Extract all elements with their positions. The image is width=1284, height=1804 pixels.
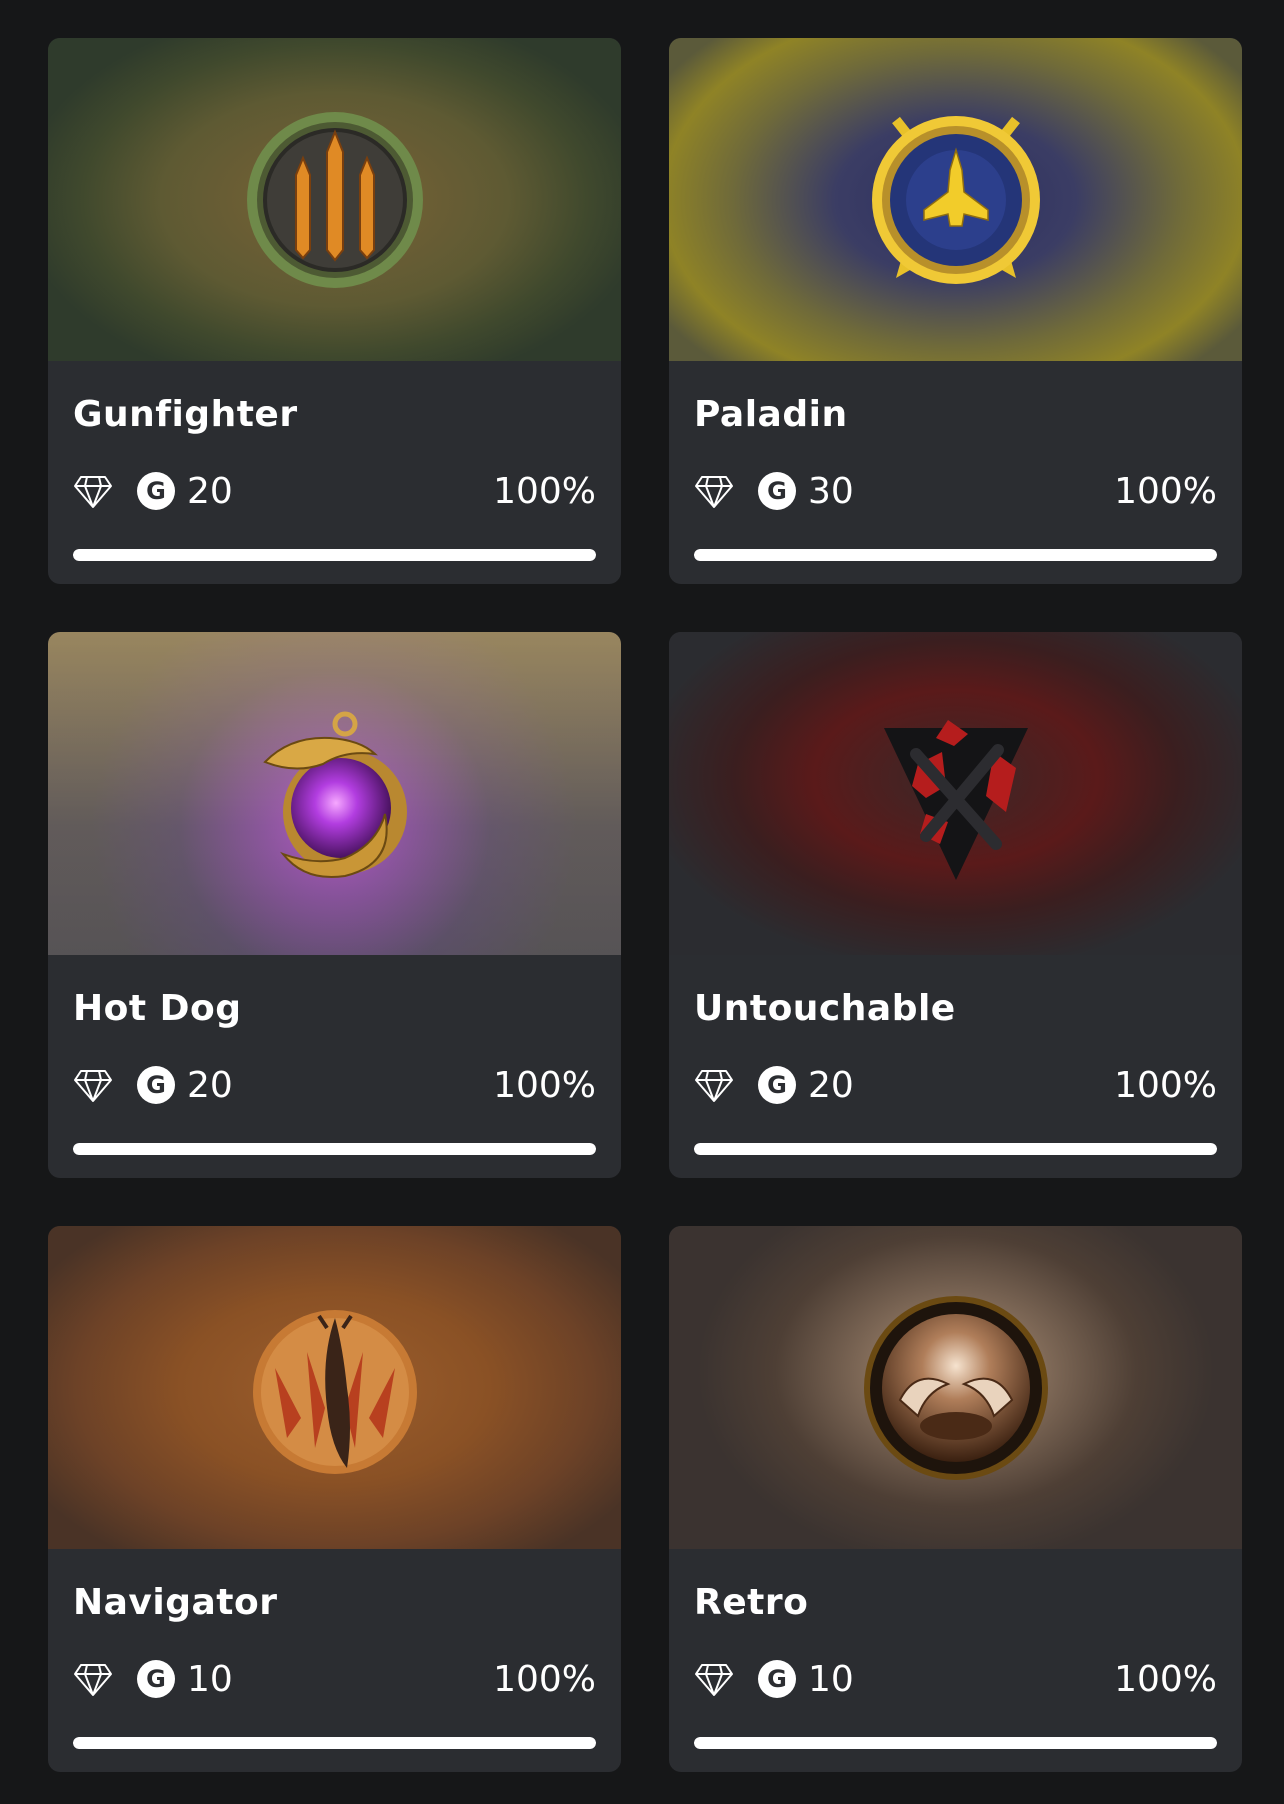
achievement-card[interactable]: Paladin G 30 100% [669,38,1242,584]
progress-percent: 100% [493,470,596,512]
card-info: Navigator G 10 100% [48,1549,621,1772]
card-info: Retro G 10 100% [669,1549,1242,1772]
progress-fill [73,1737,596,1749]
achievement-meta: G 20 100% [73,469,596,513]
progress-bar [73,549,596,561]
achievement-card[interactable]: Navigator G 10 100% [48,1226,621,1772]
achievement-title: Gunfighter [73,394,298,435]
gamerscore-icon: G [758,1660,796,1698]
progress-bar [694,1737,1217,1749]
achievement-card[interactable]: Retro G 10 100% [669,1226,1242,1772]
progress-fill [694,1143,1217,1155]
achievement-title: Untouchable [694,988,956,1029]
bronze-medallion-icon [863,1295,1048,1480]
gamerscore-icon: G [137,472,175,510]
gamerscore-value: 10 [808,1658,854,1700]
achievement-title: Navigator [73,1582,278,1623]
progress-fill [73,549,596,561]
progress-percent: 100% [493,1658,596,1700]
gamerscore-value: 10 [187,1658,233,1700]
achievement-meta: G 20 100% [694,1063,1217,1107]
gamerscore-value: 30 [808,470,854,512]
achievement-meta: G 10 100% [73,1657,596,1701]
diamond-icon [695,476,733,508]
achievement-art [48,38,621,361]
achievement-meta: G 20 100% [73,1063,596,1107]
gamerscore-value: 20 [808,1064,854,1106]
progress-percent: 100% [1114,1658,1217,1700]
achievement-title: Retro [694,1582,809,1623]
diamond-icon [695,1664,733,1696]
gamerscore-icon: G [137,1066,175,1104]
achievement-art [669,632,1242,955]
gamerscore-icon: G [758,472,796,510]
spaceship-badge-icon [871,115,1040,284]
achievement-card[interactable]: Gunfighter G 20 100% [48,38,621,584]
diamond-icon [74,1070,112,1102]
achievement-title: Paladin [694,394,848,435]
progress-bar [73,1737,596,1749]
achievement-art [48,1226,621,1549]
achievement-meta: G 30 100% [694,469,1217,513]
progress-bar [694,549,1217,561]
progress-fill [694,549,1217,561]
gamerscore-icon: G [137,1660,175,1698]
achievement-art [669,1226,1242,1549]
diamond-icon [74,1664,112,1696]
achievement-title: Hot Dog [73,988,242,1029]
progress-fill [73,1143,596,1155]
gamerscore-icon: G [758,1066,796,1104]
card-info: Hot Dog G 20 100% [48,955,621,1178]
card-info: Paladin G 30 100% [669,361,1242,584]
insect-badge-icon [252,1309,417,1474]
gamerscore-value: 20 [187,470,233,512]
progress-bar [73,1143,596,1155]
eagle-orb-icon [262,711,407,878]
achievement-card[interactable]: Untouchable G 20 100% [669,632,1242,1178]
diamond-icon [695,1070,733,1102]
progress-percent: 100% [1114,1064,1217,1106]
progress-bar [694,1143,1217,1155]
card-info: Gunfighter G 20 100% [48,361,621,584]
achievement-card[interactable]: Hot Dog G 20 100% [48,632,621,1178]
card-info: Untouchable G 20 100% [669,955,1242,1178]
gamerscore-value: 20 [187,1064,233,1106]
progress-percent: 100% [493,1064,596,1106]
progress-percent: 100% [1114,470,1217,512]
red-glyph-icon [883,719,1028,880]
missiles-badge-icon [246,111,423,288]
achievement-art [48,632,621,955]
achievement-art [669,38,1242,361]
achievement-meta: G 10 100% [694,1657,1217,1701]
progress-fill [694,1737,1217,1749]
achievements-grid: Gunfighter G 20 100% Paladin G 30 100% H… [48,38,1242,1772]
diamond-icon [74,476,112,508]
